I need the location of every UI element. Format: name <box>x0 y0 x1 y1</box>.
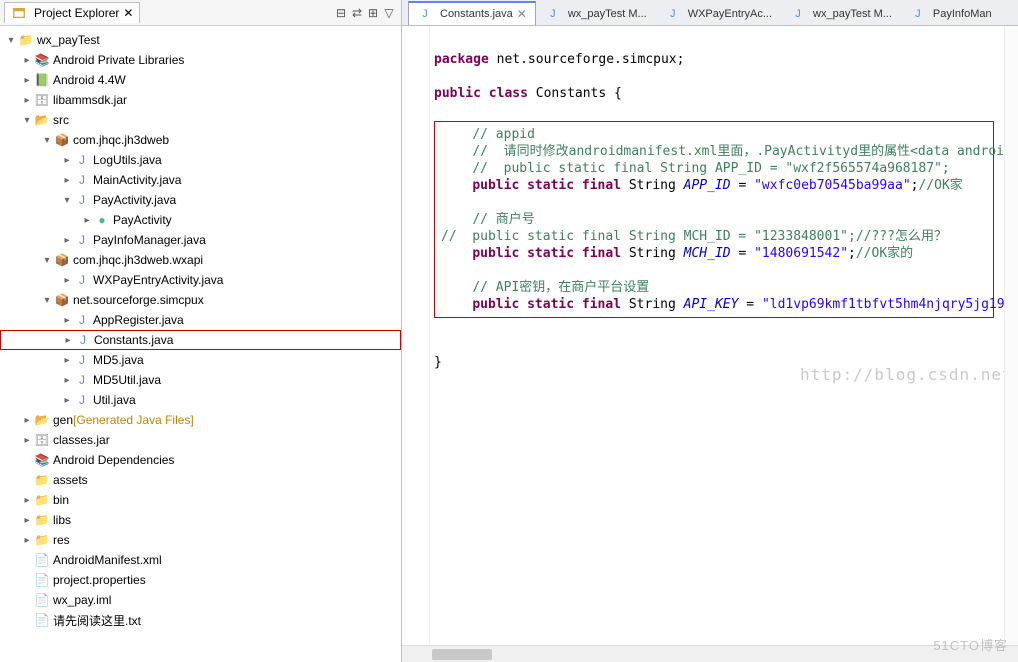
folder-icon: 📁 <box>34 532 50 548</box>
tree-item[interactable]: ▸📁res <box>0 530 401 550</box>
tree-item[interactable]: ▸●PayActivity <box>0 210 401 230</box>
tree-item[interactable]: ▸JPayInfoManager.java <box>0 230 401 250</box>
source-folder-icon: 📂 <box>34 112 50 128</box>
folder-icon: 📁 <box>34 512 50 528</box>
java-file-icon: J <box>74 272 90 288</box>
horizontal-scrollbar[interactable] <box>402 645 1018 662</box>
view-menu-icon[interactable]: ▽ <box>381 5 397 21</box>
java-file-icon: J <box>417 6 433 22</box>
tree-item-package[interactable]: ▾📦com.jhqc.jh3dweb.wxapi <box>0 250 401 270</box>
tree-item[interactable]: ▸📗Android 4.4W <box>0 70 401 90</box>
jar-icon: 🗄 <box>34 432 50 448</box>
editor-tabs: JConstants.java✕ Jwx_payTest M... JWXPay… <box>402 0 1018 26</box>
text-file-icon: 📄 <box>34 572 50 588</box>
tree-item[interactable]: 📄请先阅读这里.txt <box>0 610 401 630</box>
tree-item[interactable]: 📄project.properties <box>0 570 401 590</box>
java-file-icon: J <box>74 352 90 368</box>
project-explorer-panel: Project Explorer ✕ ⊟ ⇄ ⊞ ▽ ▾📁wx_payTest … <box>0 0 402 662</box>
editor-tab[interactable]: Jwx_payTest M... <box>536 2 656 25</box>
collapse-all-icon[interactable]: ⊟ <box>333 5 349 21</box>
package-icon: 📦 <box>54 132 70 148</box>
tree-item-package[interactable]: ▾📦net.sourceforge.simcpux <box>0 290 401 310</box>
close-icon[interactable]: ✕ <box>517 7 527 21</box>
tree-item-package[interactable]: ▾📦com.jhqc.jh3dweb <box>0 130 401 150</box>
overview-ruler[interactable] <box>1004 26 1018 645</box>
tree-item[interactable]: ▸JMainActivity.java <box>0 170 401 190</box>
text-file-icon: 📄 <box>34 592 50 608</box>
xml-file-icon: 📄 <box>34 552 50 568</box>
tree-item[interactable]: ▸📁bin <box>0 490 401 510</box>
tree-item[interactable]: ▸JLogUtils.java <box>0 150 401 170</box>
tree-item[interactable]: ▸🗄classes.jar <box>0 430 401 450</box>
tree-item[interactable]: ▸JUtil.java <box>0 390 401 410</box>
code-content[interactable]: package net.sourceforge.simcpux; public … <box>430 26 1004 645</box>
editor-tab[interactable]: JPayInfoMan <box>901 2 1001 25</box>
android-icon: 📗 <box>34 72 50 88</box>
tree-item-constants[interactable]: ▸JConstants.java <box>0 330 401 350</box>
java-file-icon: J <box>74 152 90 168</box>
library-icon: 📚 <box>34 52 50 68</box>
java-file-icon: J <box>74 392 90 408</box>
scrollbar-thumb[interactable] <box>432 649 492 660</box>
java-file-icon: J <box>75 332 91 348</box>
tree-item[interactable]: 📄wx_pay.iml <box>0 590 401 610</box>
java-file-icon: J <box>74 232 90 248</box>
navigator-icon <box>11 5 27 21</box>
package-icon: 📦 <box>54 292 70 308</box>
java-file-icon: J <box>665 6 681 22</box>
explorer-title: Project Explorer <box>34 6 119 20</box>
jar-icon: 🗄 <box>34 92 50 108</box>
project-root[interactable]: ▾📁wx_payTest <box>0 30 401 50</box>
library-icon: 📚 <box>34 452 50 468</box>
tree-item[interactable]: 📁assets <box>0 470 401 490</box>
editor-area: JConstants.java✕ Jwx_payTest M... JWXPay… <box>402 0 1018 662</box>
java-file-icon: J <box>74 312 90 328</box>
tree-item-src[interactable]: ▾📂src <box>0 110 401 130</box>
tree-item[interactable]: ▾JPayActivity.java <box>0 190 401 210</box>
editor-tab[interactable]: JWXPayEntryAc... <box>656 2 781 25</box>
code-editor[interactable]: package net.sourceforge.simcpux; public … <box>402 26 1018 645</box>
watermark: http://blog.csdn.net/qq_24529085 <box>800 366 1004 383</box>
editor-tab-constants[interactable]: JConstants.java✕ <box>408 1 536 25</box>
java-file-icon: J <box>74 192 90 208</box>
project-icon: 📁 <box>18 32 34 48</box>
editor-gutter <box>402 26 430 645</box>
project-tree[interactable]: ▾📁wx_payTest ▸📚Android Private Libraries… <box>0 26 401 662</box>
tree-item[interactable]: ▸JWXPayEntryActivity.java <box>0 270 401 290</box>
tree-item[interactable]: ▸JMD5.java <box>0 350 401 370</box>
tree-item[interactable]: ▸📚Android Private Libraries <box>0 50 401 70</box>
link-editor-icon[interactable]: ⇄ <box>349 5 365 21</box>
java-file-icon: J <box>545 6 561 22</box>
tree-item[interactable]: 📄AndroidManifest.xml <box>0 550 401 570</box>
tree-item[interactable]: ▸📁libs <box>0 510 401 530</box>
java-file-icon: J <box>74 172 90 188</box>
tree-item[interactable]: ▸📂gen [Generated Java Files] <box>0 410 401 430</box>
tree-item[interactable]: ▸JMD5Util.java <box>0 370 401 390</box>
tree-item[interactable]: ▸🗄libammsdk.jar <box>0 90 401 110</box>
text-file-icon: 📄 <box>34 612 50 628</box>
folder-icon: 📁 <box>34 492 50 508</box>
package-icon: 📦 <box>54 252 70 268</box>
tree-item[interactable]: 📚Android Dependencies <box>0 450 401 470</box>
class-icon: ● <box>94 212 110 228</box>
explorer-tab[interactable]: Project Explorer ✕ <box>4 2 140 23</box>
tree-item[interactable]: ▸JAppRegister.java <box>0 310 401 330</box>
java-file-icon: J <box>790 6 806 22</box>
java-file-icon: J <box>910 6 926 22</box>
focus-icon[interactable]: ⊞ <box>365 5 381 21</box>
gen-folder-icon: 📂 <box>34 412 50 428</box>
close-icon[interactable]: ✕ <box>123 6 133 20</box>
editor-tab[interactable]: Jwx_payTest M... <box>781 2 901 25</box>
java-file-icon: J <box>74 372 90 388</box>
folder-icon: 📁 <box>34 472 50 488</box>
explorer-header: Project Explorer ✕ ⊟ ⇄ ⊞ ▽ <box>0 0 401 26</box>
